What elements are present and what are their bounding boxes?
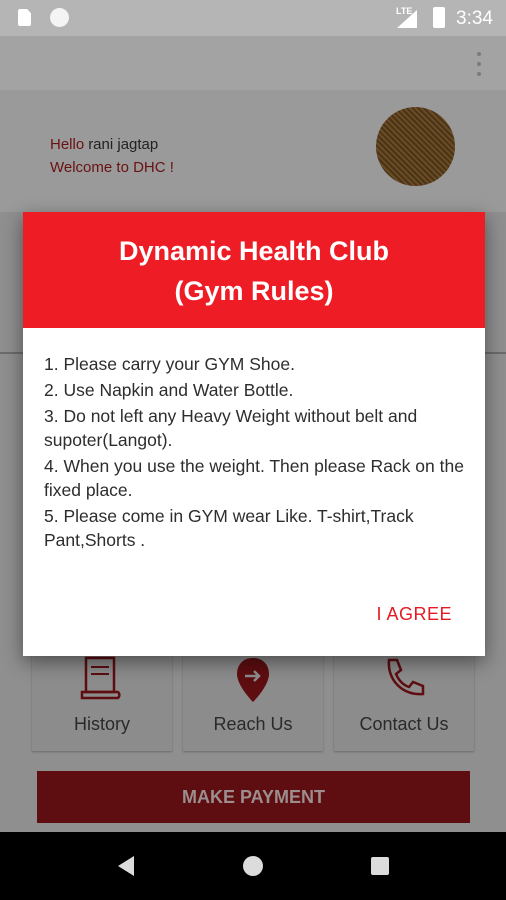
rule-item: 1. Please carry your GYM Shoe. [44, 354, 295, 374]
hello-label: Hello [50, 136, 85, 153]
contact-us-label: Contact Us [359, 714, 449, 734]
recents-icon[interactable] [371, 857, 389, 875]
dialog-subtitle: (Gym Rules) [174, 276, 334, 306]
phone-icon [387, 658, 425, 696]
welcome-text: Welcome to DHC ! [50, 159, 174, 176]
sync-icon [50, 8, 69, 27]
dialog-title: Dynamic Health Club [118, 236, 390, 266]
user-name: rani jagtap [88, 136, 159, 153]
sd-card-icon [18, 9, 31, 26]
status-bar: LTE 3:34 [0, 0, 506, 36]
rules-list: 1. Please carry your GYM Shoe. 2. Use Na… [44, 352, 469, 554]
greeting: Hello rani jagtap [50, 136, 158, 153]
reach-us-tile[interactable]: Reach Us [183, 648, 323, 751]
rule-item: 3. Do not left any Heavy Weight without … [44, 406, 418, 450]
profile-header: Hello rani jagtap Welcome to DHC ! [0, 90, 506, 212]
make-payment-button[interactable]: MAKE PAYMENT [37, 771, 470, 823]
rule-item: 5. Please come in GYM wear Like. T-shirt… [44, 506, 414, 550]
navigation-bar [0, 832, 506, 900]
signal-icon [397, 10, 417, 28]
rule-item: 2. Use Napkin and Water Bottle. [44, 380, 294, 400]
agree-button[interactable]: I AGREE [376, 604, 452, 625]
gym-rules-dialog: Dynamic Health Club (Gym Rules) 1. Pleas… [23, 212, 485, 656]
history-label: History [73, 714, 130, 734]
app-bar [0, 36, 506, 90]
avatar[interactable] [376, 107, 455, 186]
scroll-icon [80, 656, 121, 700]
map-pin-icon [237, 658, 269, 702]
history-tile[interactable]: History [32, 648, 172, 751]
rule-item: 4. When you use the weight. Then please … [44, 456, 464, 500]
battery-icon [433, 7, 445, 28]
home-icon[interactable] [243, 856, 263, 876]
reach-us-label: Reach Us [213, 714, 293, 734]
overflow-menu-icon[interactable] [476, 52, 482, 76]
clock: 3:34 [456, 8, 493, 29]
contact-us-tile[interactable]: Contact Us [334, 648, 474, 751]
back-icon[interactable] [118, 856, 134, 876]
dialog-header: Dynamic Health Club (Gym Rules) [23, 212, 485, 328]
